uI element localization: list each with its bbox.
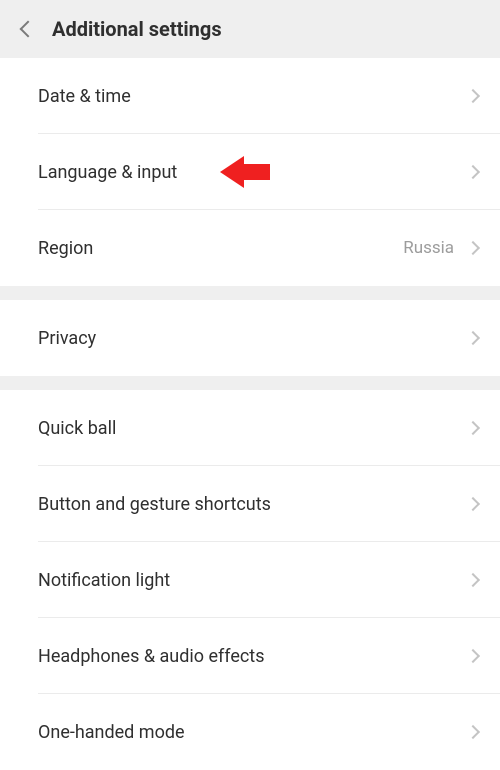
- row-value: Russia: [403, 238, 454, 258]
- header-bar: Additional settings: [0, 0, 500, 58]
- row-label: Date & time: [38, 86, 468, 107]
- chevron-right-icon: [466, 573, 480, 587]
- row-date-time[interactable]: Date & time: [0, 58, 500, 134]
- back-icon[interactable]: [20, 21, 37, 38]
- row-label: Privacy: [38, 328, 468, 349]
- chevron-right-icon: [466, 725, 480, 739]
- page-title: Additional settings: [52, 17, 222, 41]
- section-privacy: Privacy: [0, 300, 500, 376]
- chevron-right-icon: [466, 649, 480, 663]
- row-label: Language & input: [38, 162, 468, 183]
- section-general: Date & time Language & input Region Russ…: [0, 58, 500, 286]
- chevron-right-icon: [466, 331, 480, 345]
- row-one-handed[interactable]: One-handed mode: [0, 694, 500, 770]
- chevron-right-icon: [466, 421, 480, 435]
- row-region[interactable]: Region Russia: [0, 210, 500, 286]
- row-label: One-handed mode: [38, 722, 468, 743]
- row-button-gesture[interactable]: Button and gesture shortcuts: [0, 466, 500, 542]
- row-label: Button and gesture shortcuts: [38, 494, 468, 515]
- chevron-right-icon: [466, 89, 480, 103]
- section-features: Quick ball Button and gesture shortcuts …: [0, 390, 500, 770]
- row-label: Quick ball: [38, 418, 468, 439]
- row-notification-light[interactable]: Notification light: [0, 542, 500, 618]
- row-label: Notification light: [38, 570, 468, 591]
- chevron-right-icon: [466, 241, 480, 255]
- row-label: Headphones & audio effects: [38, 646, 468, 667]
- row-privacy[interactable]: Privacy: [0, 300, 500, 376]
- chevron-right-icon: [466, 165, 480, 179]
- row-label: Region: [38, 238, 403, 259]
- chevron-right-icon: [466, 497, 480, 511]
- row-language-input[interactable]: Language & input: [0, 134, 500, 210]
- row-quick-ball[interactable]: Quick ball: [0, 390, 500, 466]
- row-headphones-audio[interactable]: Headphones & audio effects: [0, 618, 500, 694]
